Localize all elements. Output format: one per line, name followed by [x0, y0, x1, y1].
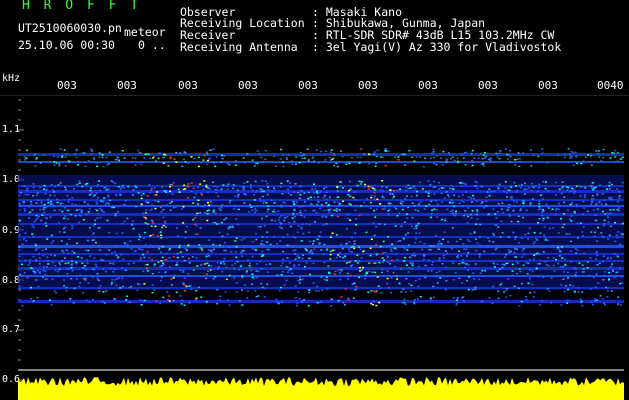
x-tick-label: 003 [117, 79, 137, 92]
x-tick-label: 003 [538, 79, 558, 92]
file-tag: meteor [124, 25, 166, 39]
antenna-value: : 3el Yagi(V) Az 330 for Vladivostok [312, 40, 562, 54]
status-dots: 0 .. [138, 38, 166, 52]
power-trace [18, 377, 624, 400]
x-tick-label: 0040 [597, 79, 624, 92]
x-tick-label: 003 [238, 79, 258, 92]
date-time: 25.10.06 00:30 [18, 38, 115, 52]
spectrum-bands [18, 153, 624, 303]
x-tick-label: 003 [298, 79, 318, 92]
antenna-label: Receiving Antenna [180, 40, 298, 54]
spectrogram-plot [18, 99, 624, 400]
x-tick-label: 003 [57, 79, 77, 92]
x-tick-label: 003 [478, 79, 498, 92]
y-axis-unit: kHz [2, 73, 21, 84]
x-tick-label: 003 [178, 79, 198, 92]
x-tick-label: 003 [418, 79, 438, 92]
x-tick-label: 003 [358, 79, 378, 92]
file-name: UT2510060030.pn [18, 21, 122, 35]
app-title: H R O F F T [22, 0, 142, 13]
